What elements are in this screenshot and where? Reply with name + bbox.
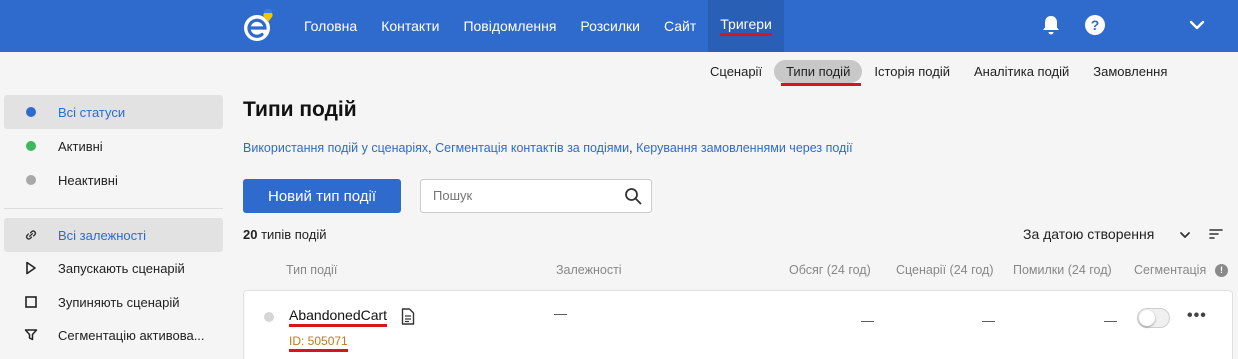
page-title: Типи подій: [243, 98, 357, 121]
nav-label: Сайт: [663, 18, 697, 34]
chevron-down-icon[interactable]: [1179, 230, 1191, 240]
sidebar-item-label: Активні: [58, 138, 103, 154]
link-icon: [24, 228, 38, 242]
volume-value: —: [861, 313, 874, 328]
nav-messages[interactable]: Повідомлення: [451, 0, 568, 52]
sidebar-item-stop-scenario[interactable]: Зупиняють сценарій: [4, 285, 223, 319]
sort-dropdown[interactable]: За датою створення: [1023, 226, 1154, 242]
nav-label: Головна: [304, 18, 358, 34]
search-box: [420, 179, 652, 213]
nav-label: Тригери: [720, 16, 772, 36]
tab-event-types[interactable]: Типи подій: [774, 59, 863, 83]
info-icon[interactable]: !: [1215, 264, 1228, 277]
sidebar-item-start-scenario[interactable]: Запускають сценарій: [4, 251, 223, 285]
nav-label: Розсилки: [580, 18, 640, 34]
new-event-type-button[interactable]: Новий тип події: [243, 179, 401, 213]
tab-orders[interactable]: Замовлення: [1081, 60, 1179, 83]
link-order-management[interactable]: Керування замовленнями через події: [636, 141, 853, 155]
esputnik-logo-icon[interactable]: [242, 9, 276, 43]
nav-contacts[interactable]: Контакти: [369, 0, 451, 52]
link-separator: ,: [629, 141, 633, 155]
errors-value: —: [1104, 313, 1117, 328]
highlight-underline: [781, 83, 861, 86]
column-header-event-type: Тип події: [286, 263, 338, 277]
link-separator: ,: [428, 141, 432, 155]
event-type-id: ID: 505071: [289, 334, 348, 352]
status-dot-icon: [24, 105, 38, 119]
sidebar-item-segmentation[interactable]: Сегментацію активова...: [4, 318, 223, 352]
tab-event-analytics[interactable]: Аналітика подій: [962, 60, 1081, 83]
event-type-name-link[interactable]: AbandonedCart: [289, 307, 388, 327]
tab-scenarios[interactable]: Сценарії: [698, 60, 774, 83]
table-row: AbandonedCart ID: 505071 — — — — •••: [243, 290, 1233, 359]
filter-icon: [24, 328, 38, 342]
more-actions-icon[interactable]: •••: [1187, 307, 1207, 325]
sub-navigation: Сценарії Типи подій Історія подій Аналіт…: [698, 58, 1179, 84]
toggle-knob: [1139, 310, 1155, 326]
column-header-segmentation: Сегментація: [1134, 263, 1207, 277]
sidebar-item-label: Неактивні: [58, 172, 118, 188]
event-type-count: 20 типів подій: [243, 227, 326, 242]
bell-icon[interactable]: [1040, 14, 1062, 36]
search-input[interactable]: [433, 188, 613, 203]
nav-campaigns[interactable]: Розсилки: [568, 0, 652, 52]
scenarios-value: —: [982, 313, 995, 328]
link-events-in-scenarios[interactable]: Використання подій у сценаріях: [243, 141, 428, 155]
column-header-scenarios: Сценарії (24 год): [896, 263, 994, 277]
search-icon[interactable]: [624, 187, 642, 205]
help-links: Використання подій у сценаріях, Сегмента…: [243, 141, 853, 155]
play-icon: [24, 261, 38, 275]
sidebar-item-label: Сегментацію активова...: [58, 327, 205, 343]
stop-icon: [24, 295, 38, 309]
sort-order-icon[interactable]: [1209, 228, 1223, 240]
help-icon[interactable]: ?: [1085, 15, 1105, 35]
tab-event-history[interactable]: Історія подій: [862, 60, 962, 83]
nav-home[interactable]: Головна: [292, 0, 369, 52]
column-header-dependencies: Залежності: [556, 263, 622, 277]
status-dot-icon: [24, 173, 38, 187]
link-contact-segmentation[interactable]: Сегментація контактів за подіями: [435, 141, 629, 155]
document-icon[interactable]: [401, 308, 415, 325]
column-header-errors: Помилки (24 год): [1013, 263, 1112, 277]
count-number: 20: [243, 227, 258, 242]
chevron-down-icon[interactable]: [1188, 18, 1206, 32]
column-header-volume: Обсяг (24 год): [789, 263, 871, 277]
sidebar-item-label: Запускають сценарій: [58, 260, 185, 276]
status-dot-icon: [264, 312, 274, 322]
count-label: типів подій: [261, 227, 327, 242]
top-navigation-bar: Головна Контакти Повідомлення Розсилки С…: [0, 0, 1238, 52]
sidebar-divider: [4, 208, 223, 209]
sidebar-item-inactive[interactable]: Неактивні: [4, 163, 223, 197]
sidebar-item-label: Всі залежності: [58, 227, 146, 243]
nav-label: Контакти: [381, 18, 440, 34]
sidebar-item-all-statuses[interactable]: Всі статуси: [4, 95, 223, 129]
sidebar-item-label: Зупиняють сценарій: [58, 294, 180, 310]
sidebar-item-all-dependencies[interactable]: Всі залежності: [4, 218, 223, 252]
nav-label: Повідомлення: [463, 18, 557, 34]
sidebar-item-label: Всі статуси: [58, 104, 126, 120]
dependencies-value: —: [554, 306, 567, 321]
nav-site[interactable]: Сайт: [652, 0, 708, 52]
sidebar-item-active[interactable]: Активні: [4, 129, 223, 163]
main-nav: Головна Контакти Повідомлення Розсилки С…: [292, 0, 784, 52]
nav-triggers[interactable]: Тригери: [708, 0, 784, 52]
segmentation-toggle[interactable]: [1137, 308, 1170, 328]
status-dot-icon: [24, 139, 38, 153]
